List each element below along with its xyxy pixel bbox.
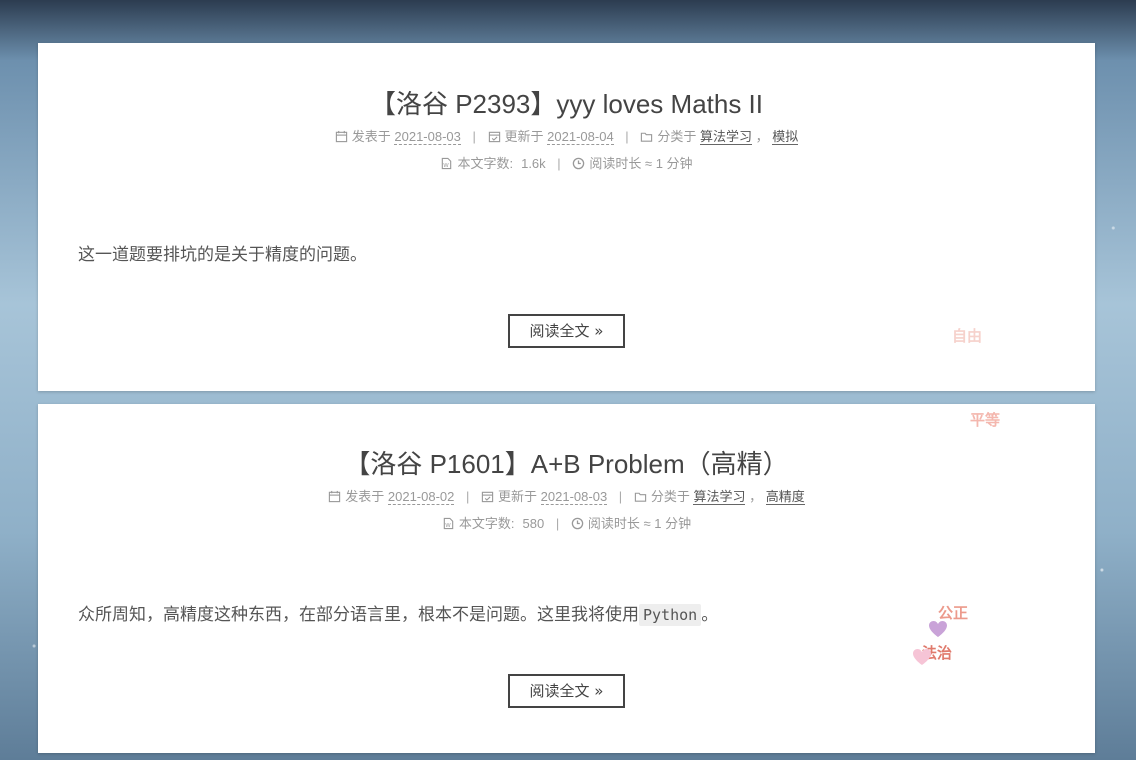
- category-separator: ，: [745, 489, 763, 504]
- readtime-value: 1 分钟: [655, 156, 693, 171]
- floating-word: 平等: [970, 411, 1001, 429]
- meta-divider: |: [466, 489, 470, 504]
- post-meta: 发表于 2021-08-03 | 更新于 2021-08-04 | 分类于 算法…: [38, 128, 1095, 146]
- svg-text:W: W: [444, 163, 450, 169]
- updated-date[interactable]: 2021-08-03: [540, 489, 608, 505]
- meta-divider: |: [618, 489, 623, 504]
- category-label: 分类于: [650, 489, 690, 504]
- post-excerpt: 这一道题要排坑的是关于精度的问题。: [78, 245, 367, 265]
- heart-icon: [929, 621, 947, 637]
- svg-text:W: W: [445, 523, 451, 529]
- clock-icon: [571, 516, 588, 531]
- published-label: 发表于: [351, 129, 391, 144]
- clock-icon: [572, 156, 589, 171]
- updated-label: 更新于: [498, 489, 538, 504]
- post-stats: W 本文字数: 1.6k | 阅读时长 ≈ 1 分钟: [38, 155, 1095, 173]
- heart-icon: [913, 649, 931, 665]
- calendar-icon: [328, 489, 345, 504]
- post-card: 【洛谷 P2393】yyy loves Maths II 发表于 2021-08…: [38, 43, 1095, 391]
- updated-date[interactable]: 2021-08-04: [547, 129, 614, 145]
- excerpt-text-end: 。: [701, 605, 719, 625]
- meta-divider: |: [555, 516, 560, 531]
- post-stats: W 本文字数: 580 | 阅读时长 ≈ 1 分钟: [38, 515, 1095, 533]
- floating-word: 自由: [952, 327, 983, 345]
- meta-divider: |: [557, 156, 561, 171]
- category-link[interactable]: 模拟: [772, 129, 799, 145]
- post-card: 【洛谷 P1601】A+B Problem（高精） 发表于 2021-08-02…: [38, 404, 1095, 753]
- category-link[interactable]: 高精度: [765, 489, 805, 505]
- word-file-icon: W: [440, 156, 457, 171]
- folder-icon: [634, 489, 651, 504]
- post-title[interactable]: 【洛谷 P2393】yyy loves Maths II: [38, 86, 1095, 122]
- meta-divider: |: [625, 129, 629, 144]
- wordcount-label: 本文字数:: [458, 516, 515, 531]
- category-separator: ，: [751, 129, 769, 144]
- category-link[interactable]: 算法学习: [699, 129, 752, 145]
- inline-code: Python: [639, 604, 702, 626]
- excerpt-text: 众所周知，高精度这种东西，在部分语言里，根本不是问题。这里我将使用: [78, 605, 639, 625]
- category-link[interactable]: 算法学习: [693, 489, 746, 505]
- read-more-button[interactable]: 阅读全文 »: [508, 674, 625, 708]
- wordcount-label: 本文字数:: [457, 156, 514, 171]
- category-label: 分类于: [657, 129, 697, 144]
- word-file-icon: W: [442, 516, 459, 531]
- meta-divider: |: [472, 129, 476, 144]
- readtime-value: 1 分钟: [654, 516, 692, 531]
- readtime-label: 阅读时长 ≈: [587, 516, 651, 531]
- readtime-label: 阅读时长 ≈: [589, 156, 653, 171]
- post-meta: 发表于 2021-08-02 | 更新于 2021-08-03 | 分类于 算法…: [38, 488, 1095, 506]
- published-date[interactable]: 2021-08-02: [387, 489, 455, 505]
- post-title[interactable]: 【洛谷 P1601】A+B Problem（高精）: [38, 446, 1095, 482]
- folder-icon: [640, 129, 657, 144]
- published-date[interactable]: 2021-08-03: [394, 129, 461, 145]
- updated-label: 更新于: [504, 129, 544, 144]
- calendar-check-icon: [488, 129, 505, 144]
- read-more-button[interactable]: 阅读全文 »: [508, 314, 625, 348]
- wordcount-value: 580: [522, 516, 545, 531]
- published-label: 发表于: [345, 489, 385, 504]
- wordcount-value: 1.6k: [521, 156, 546, 171]
- calendar-check-icon: [481, 489, 498, 504]
- calendar-icon: [335, 129, 352, 144]
